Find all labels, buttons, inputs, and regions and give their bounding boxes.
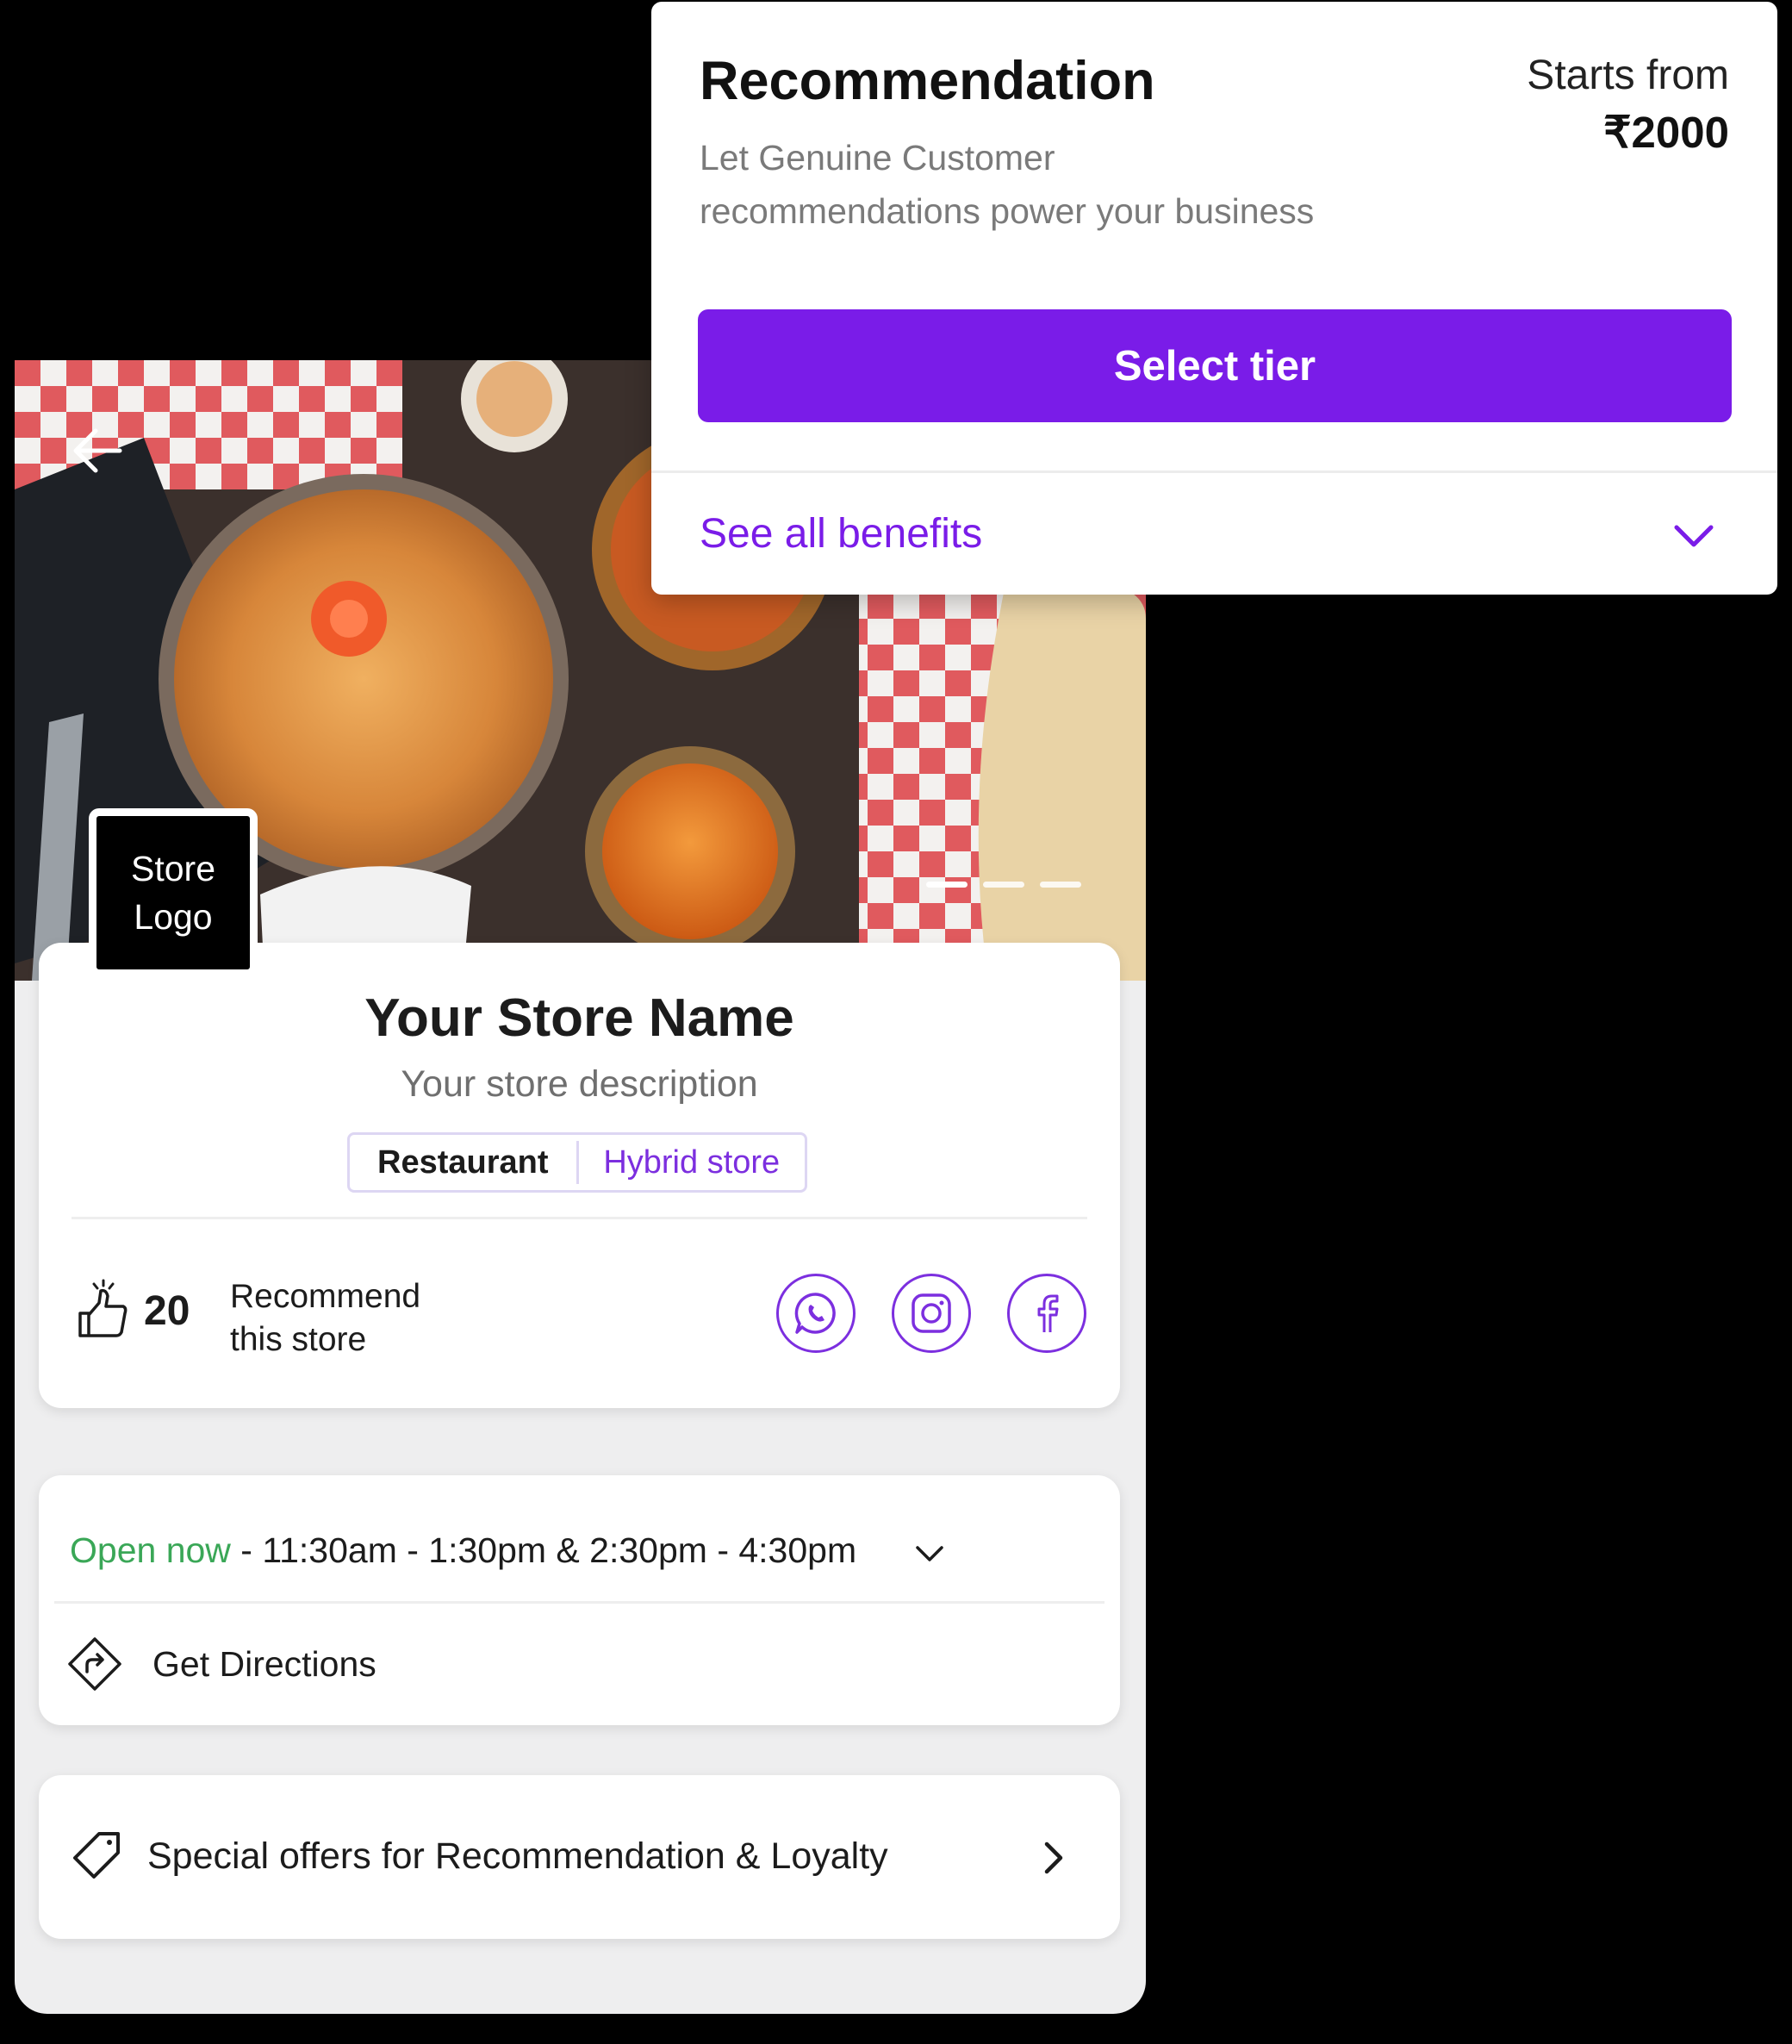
recommend-label: Recommend this store: [230, 1275, 454, 1362]
chevron-down-icon[interactable]: [1670, 519, 1718, 553]
recommend-label-line1: Recommend: [230, 1278, 421, 1315]
price-value: ₹2000: [1603, 108, 1729, 157]
facebook-icon: [1037, 1294, 1059, 1332]
special-offers-card[interactable]: Special offers for Recommendation & Loya…: [39, 1775, 1120, 1939]
store-name: Your Store Name: [364, 988, 794, 1048]
recommend-label-line2: this store: [230, 1321, 367, 1358]
store-page: Your Store Name Your store description R…: [15, 360, 1146, 2014]
select-tier-button[interactable]: Select tier: [698, 309, 1732, 422]
popup-title: Recommendation: [700, 51, 1155, 111]
popup-subtitle-line2: recommendations power your business: [700, 191, 1315, 231]
special-offers-label: Special offers for Recommendation & Loya…: [147, 1835, 888, 1877]
store-logo: Store Logo: [89, 808, 258, 977]
carousel-dot[interactable]: [983, 882, 1024, 888]
store-info-card: Your Store Name Your store description R…: [39, 943, 1120, 1408]
whatsapp-icon: [794, 1293, 836, 1334]
tag-hybrid-store: Hybrid store: [603, 1144, 781, 1181]
recommend-count: 20: [144, 1288, 190, 1334]
popup-subtitle-line1: Let Genuine Customer: [700, 138, 1055, 178]
get-directions-link[interactable]: Get Directions: [152, 1644, 376, 1685]
carousel-indicator: [926, 882, 1081, 888]
chevron-down-icon[interactable]: [912, 1541, 947, 1567]
store-logo-line2: Logo: [134, 897, 213, 937]
directions-icon[interactable]: [66, 1636, 123, 1692]
price-label: Starts from: [1527, 53, 1729, 98]
divider: [54, 1601, 1104, 1604]
opening-hours[interactable]: Open now - 11:30am - 1:30pm & 2:30pm - 4…: [70, 1530, 856, 1571]
divider: [651, 470, 1777, 473]
offer-tag-icon: [73, 1832, 120, 1879]
chevron-right-icon: [1044, 1841, 1063, 1874]
open-status: Open now: [70, 1530, 231, 1570]
carousel-dot[interactable]: [1040, 882, 1081, 888]
thumbs-up-icon: [78, 1279, 128, 1337]
whatsapp-button[interactable]: [776, 1274, 856, 1353]
recommendation-popup: Recommendation Let Genuine Customer reco…: [651, 2, 1777, 595]
store-description: Your store description: [401, 1063, 758, 1105]
back-arrow-icon[interactable]: [63, 412, 140, 489]
see-all-benefits-link[interactable]: See all benefits: [700, 510, 982, 558]
facebook-button[interactable]: [1007, 1274, 1086, 1353]
popup-subtitle: Let Genuine Customer recommendations pow…: [700, 131, 1389, 238]
carousel-dot[interactable]: [926, 882, 968, 888]
hours-times: - 11:30am - 1:30pm & 2:30pm - 4:30pm: [230, 1530, 857, 1570]
instagram-icon: [912, 1293, 951, 1333]
tag-restaurant: Restaurant: [350, 1141, 579, 1184]
instagram-button[interactable]: [892, 1274, 971, 1353]
divider: [72, 1217, 1087, 1219]
hours-card: Open now - 11:30am - 1:30pm & 2:30pm - 4…: [39, 1475, 1120, 1725]
store-logo-line1: Store: [131, 849, 215, 888]
store-tags: Restaurant Hybrid store: [347, 1132, 807, 1193]
